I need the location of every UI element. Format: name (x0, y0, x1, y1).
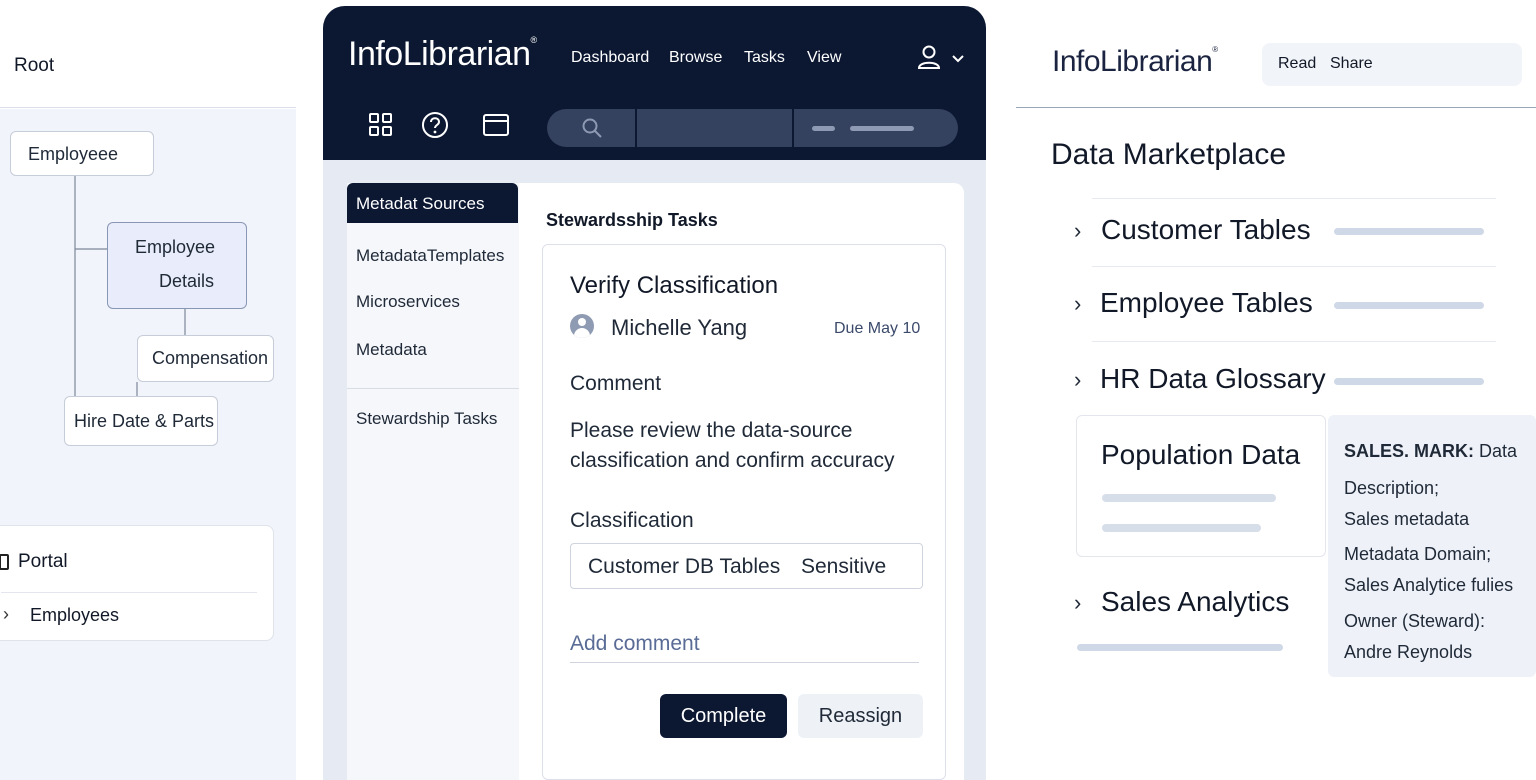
complete-button[interactable]: Complete (660, 694, 787, 738)
info-key-value: Data (1479, 441, 1518, 461)
info-domain-value: Sales Analytice fulies (1344, 575, 1514, 595)
search-bar[interactable] (547, 109, 958, 147)
assignee-name: Michelle Yang (611, 315, 748, 340)
chevron-right-icon[interactable]: › (1074, 367, 1081, 393)
chevron-right-icon[interactable]: › (3, 604, 9, 625)
window-icon[interactable] (481, 110, 511, 140)
sidebar-divider (347, 388, 519, 389)
info-domain-label: Metadata Domain; (1344, 544, 1492, 564)
read-share-toolbar: Read Share (1262, 43, 1522, 86)
section-placeholder-bar (1077, 644, 1283, 651)
tree-panel: Root Employeee Employee Details Compensa… (0, 0, 296, 780)
search-placeholder-bar (812, 126, 835, 131)
accordion-divider (1092, 266, 1496, 267)
tree-node-employee-label: Employeee (28, 144, 119, 164)
due-date: Due May 10 (834, 320, 921, 337)
sidebar-item-microservices[interactable]: Microservices (356, 292, 460, 312)
info-owner-label: Owner (Steward): (1344, 611, 1486, 631)
chevron-right-icon[interactable]: › (1074, 291, 1081, 317)
info-key-line: SALES. MARK: Data (1344, 441, 1517, 462)
tree-connectors (74, 176, 186, 396)
classification-label: Classification (570, 509, 694, 532)
nav-tasks[interactable]: Tasks (744, 49, 785, 67)
app-header: InfoLibrarian® Dashboard Browse Tasks Vi… (323, 6, 986, 160)
tree-node-details-line2: Details (159, 271, 215, 291)
accordion-divider (1092, 198, 1496, 199)
chevron-right-icon[interactable]: › (1074, 218, 1081, 244)
nav-browse[interactable]: Browse (669, 49, 722, 67)
nav-view[interactable]: View (807, 49, 841, 67)
registered-mark: ® (1212, 45, 1218, 54)
comment-text: Please review the data-source classifica… (570, 419, 895, 472)
search-separator (635, 109, 637, 147)
portal-card: Portal › Employees (0, 525, 274, 641)
brand-name: InfoLibrarian (348, 35, 531, 73)
population-data-title: Population Data (1101, 439, 1301, 470)
add-comment-input[interactable] (570, 625, 919, 663)
search-placeholder-bar (850, 126, 914, 131)
chevron-right-icon[interactable]: › (1074, 590, 1081, 616)
search-separator (792, 109, 794, 147)
tree-node-details-line1: Employee (135, 237, 216, 257)
portal-item-employees[interactable]: Employees (30, 605, 119, 626)
classification-level: Sensitive (801, 555, 887, 578)
task-card: Verify Classification Michelle Yang Due … (542, 244, 946, 780)
sidebar-item-metadata-sources[interactable]: Metadat Sources (347, 183, 518, 223)
header-divider (1016, 107, 1536, 108)
search-icon[interactable] (581, 117, 603, 139)
share-button[interactable]: Share (1330, 55, 1373, 73)
accordion-divider (1092, 341, 1496, 342)
main-content: Stewardsship Tasks Verify Classification… (519, 183, 964, 780)
task-title: Verify Classification (570, 272, 779, 299)
tree-node-hire-date[interactable]: Hire Date & Parts (64, 396, 218, 446)
card-placeholder-bar (1102, 524, 1261, 532)
grid-icon[interactable] (366, 110, 396, 140)
portal-divider (1, 592, 257, 593)
chevron-down-icon[interactable] (951, 52, 965, 66)
comment-label: Comment (570, 372, 662, 395)
sidebar-item-metadata[interactable]: Metadata (356, 340, 427, 360)
read-button[interactable]: Read (1278, 55, 1316, 73)
info-description-value: Sales metadata (1344, 509, 1470, 529)
tree-node-employee-details[interactable]: Employee Details (107, 222, 247, 309)
card-placeholder-bar (1102, 494, 1276, 502)
tree-node-employee[interactable]: Employeee (10, 131, 154, 176)
classification-field[interactable]: Customer DB Tables Sensitive (570, 543, 923, 589)
tree-node-hire-date-label: Hire Date & Parts (74, 411, 215, 431)
section-hr-data-glossary[interactable]: HR Data Glossary (1100, 363, 1326, 395)
portal-icon (0, 554, 9, 570)
marketplace-panel: InfoLibrarian® Read Share Data Marketpla… (1016, 0, 1536, 780)
sidebar-item-metadata-templates[interactable]: MetadataTemplates (356, 246, 504, 266)
sidebar-item-stewardship-tasks[interactable]: Stewardship Tasks (356, 409, 497, 429)
section-customer-tables[interactable]: Customer Tables (1101, 214, 1311, 246)
classification-value: Customer DB Tables (588, 555, 781, 578)
reassign-button[interactable]: Reassign (798, 694, 923, 738)
section-placeholder-bar (1334, 228, 1484, 235)
section-placeholder-bar (1334, 378, 1484, 385)
section-placeholder-bar (1334, 302, 1484, 309)
info-description-label: Description; (1344, 478, 1440, 498)
info-key: SALES. MARK: (1344, 441, 1474, 461)
tree-node-compensation[interactable]: Compensation (137, 335, 274, 382)
tree-node-compensation-label: Compensation (152, 348, 269, 368)
registered-mark: ® (530, 35, 538, 45)
marketplace-brand-name: InfoLibrarian (1052, 45, 1213, 78)
page-title: Stewardsship Tasks (546, 210, 718, 230)
user-icon[interactable] (917, 44, 941, 70)
nav-dashboard[interactable]: Dashboard (571, 49, 649, 67)
section-employee-tables[interactable]: Employee Tables (1100, 287, 1313, 319)
sidebar: Metadat Sources MetadataTemplates Micros… (347, 183, 519, 780)
portal-title[interactable]: Portal (18, 551, 68, 573)
section-sales-analytics[interactable]: Sales Analytics (1101, 586, 1289, 618)
population-data-card[interactable]: Population Data (1076, 415, 1326, 557)
marketplace-title: Data Marketplace (1051, 138, 1287, 171)
avatar (570, 314, 594, 338)
metadata-info-panel: SALES. MARK: Data Description; Sales met… (1328, 415, 1536, 677)
app-window: InfoLibrarian® Dashboard Browse Tasks Vi… (323, 6, 986, 780)
info-owner-value: Andre Reynolds (1344, 642, 1473, 662)
help-icon[interactable] (420, 110, 450, 140)
marketplace-brand-logo[interactable]: InfoLibrarian® (1052, 45, 1218, 79)
brand-logo[interactable]: InfoLibrarian® (348, 35, 537, 74)
